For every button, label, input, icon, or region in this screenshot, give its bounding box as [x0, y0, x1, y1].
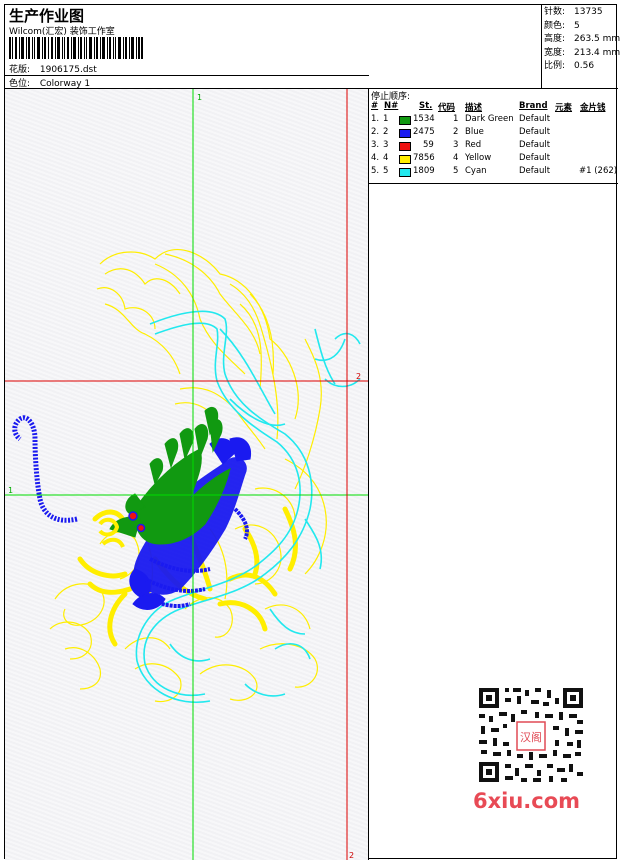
col-description: 描述: [465, 103, 483, 113]
guide-label-green-left: 1: [8, 486, 13, 495]
blue-whisker-layer: [12, 415, 78, 523]
barcode-icon: [9, 37, 143, 59]
col-brand: Brand: [519, 101, 548, 111]
guide-label-red-right: 2: [356, 372, 361, 381]
col-sequin: 金片钱: [580, 103, 606, 113]
color-table-header: # N# St. 代码 描述 Brand 元素 金片钱: [369, 101, 618, 114]
table-row: 1. 1 1534 1 Dark Green Default: [371, 114, 551, 125]
design-file-line: 花版: 1906175.dst: [9, 62, 97, 75]
table-row: 4. 4 7856 4 Yellow Default: [371, 153, 551, 164]
panel-divider: [369, 183, 618, 184]
dragon-design-drawing: 1 1 2 2: [5, 89, 368, 860]
software-subtitle: Wilcom(汇宏) 装饰工作室: [9, 27, 115, 37]
watermark-brand: 6xiu.com: [473, 789, 581, 813]
stitch-stats: 针数: 13735 颜色: 5 高度: 263.5 mm 宽度: 213.4 mm 比例…: [541, 5, 620, 89]
col-stitches: St.: [419, 101, 433, 111]
design-file-label: 花版:: [9, 65, 31, 75]
stat-stitches: 针数: 13735: [544, 7, 603, 17]
design-file-value: 1906175.dst: [39, 65, 97, 75]
guide-label-green-top: 1: [197, 93, 202, 102]
color-swatch: [399, 168, 411, 177]
production-worksheet: 生产作业图 Wilcom(汇宏) 装饰工作室 花版: 1906175.dst 色…: [4, 4, 620, 860]
stop-sequence-panel: 停止顺序: # N# St. 代码 描述 Brand 元素 金片钱 1. 1 1…: [369, 89, 618, 860]
color-swatch: [399, 142, 411, 151]
header-area: 生产作业图 Wilcom(汇宏) 装饰工作室 花版: 1906175.dst 色…: [5, 5, 620, 89]
color-swatch: [399, 116, 411, 125]
col-needle: N#: [384, 101, 399, 111]
stat-height: 高度: 263.5 mm: [544, 34, 620, 44]
col-element: 元素: [555, 103, 573, 113]
col-code: 代码: [438, 103, 456, 113]
stat-scale: 比例: 0.56: [544, 61, 595, 71]
colorway-label: 色位:: [9, 79, 31, 89]
embroidery-preview: 1 1 2 2: [5, 89, 369, 860]
color-table: # N# St. 代码 描述 Brand 元素 金片钱 1. 1 1534 1 …: [369, 101, 618, 179]
colorway-value: Colorway 1: [39, 79, 91, 89]
color-swatch: [399, 155, 411, 164]
qr-code-icon: 汉阁: [475, 684, 587, 786]
table-row: 5. 5 1809 5 Cyan Default #1 (262): [371, 166, 618, 177]
guide-label-red-bottom: 2: [349, 851, 354, 860]
stat-colors: 颜色: 5: [544, 20, 580, 31]
stat-width: 宽度: 213.4 mm: [544, 47, 620, 58]
colorway-line: 色位: Colorway 1: [9, 76, 90, 89]
color-swatch: [399, 129, 411, 138]
seal-stamp-text: 汉阁: [520, 730, 542, 744]
table-row: 3. 3 59 3 Red Default: [371, 140, 551, 151]
table-row: 2. 2 2475 2 Blue Default: [371, 127, 551, 138]
col-index: #: [371, 101, 379, 111]
page-title: 生产作业图: [9, 7, 85, 25]
